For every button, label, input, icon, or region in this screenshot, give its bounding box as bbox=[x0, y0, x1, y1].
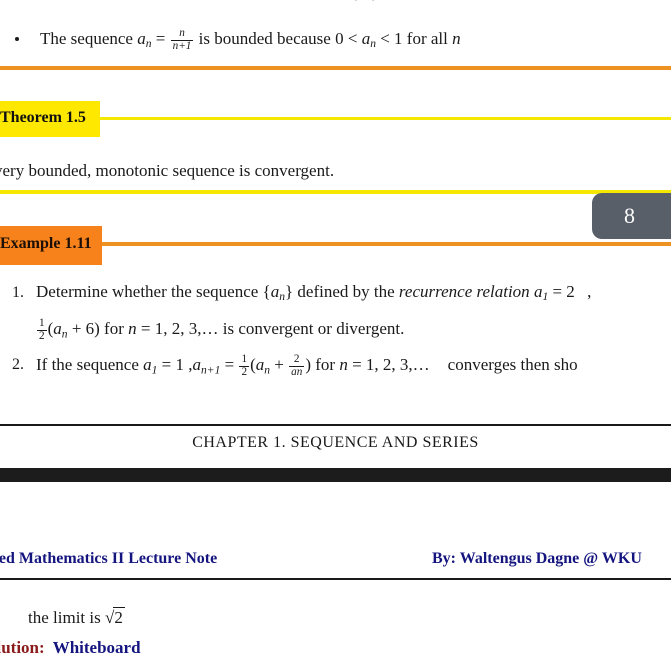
bullet-middle: is bounded because bbox=[194, 29, 336, 48]
item1-var: a bbox=[270, 282, 280, 301]
item2-half-den: 2 bbox=[241, 365, 248, 378]
example-item-1-line-1: Determine whether the sequence {an} defi… bbox=[36, 282, 591, 303]
chapter-footer-text: CHAPTER 1. SEQUENCE AND SERIES bbox=[192, 434, 479, 451]
clipped-fragment-left: 1 bbox=[88, 0, 96, 3]
bullet-inequality-left: 0 < bbox=[335, 29, 362, 48]
item2-tail-clipped: converges then sho bbox=[447, 355, 578, 375]
bullet-tail-variable: n bbox=[452, 29, 461, 48]
item2-frac2-den: an bbox=[291, 365, 303, 378]
bullet-fraction: n n+1 bbox=[170, 27, 194, 53]
theorem-top-rule bbox=[0, 117, 671, 120]
bullet-point-icon bbox=[15, 37, 19, 41]
clipped-fragment-mid: n bbox=[155, 0, 163, 3]
example-badge-label: Example 1.11 bbox=[0, 235, 92, 252]
solution-line: olution: Whiteboard bbox=[0, 638, 141, 654]
page-bottom-edge bbox=[0, 468, 671, 482]
item1-text-b: } defined by the bbox=[285, 282, 399, 301]
example-item-1-marker: 1. bbox=[12, 284, 24, 301]
bullet-inequality-variable: a bbox=[361, 29, 371, 48]
item2-half-num: 1 bbox=[239, 353, 250, 367]
item1-text-a: Determine whether the sequence { bbox=[36, 282, 271, 301]
sqrt-value: 2 bbox=[113, 607, 125, 627]
theorem-bottom-rule bbox=[0, 190, 671, 194]
theorem-badge-label: Theorem 1.5 bbox=[0, 109, 86, 126]
footer-top-rule bbox=[0, 424, 671, 426]
item2-n: n bbox=[339, 355, 348, 375]
page-number-badge: 8 bbox=[592, 193, 671, 239]
item1-italic-phrase: recurrence relation bbox=[398, 282, 534, 301]
solution-value: Whiteboard bbox=[52, 638, 141, 654]
bullet-inequality-right: < 1 for all bbox=[375, 29, 453, 48]
item1-line2-var: a bbox=[53, 319, 62, 339]
bullet-list-item: The sequence an = n n+1 is bounded becaus… bbox=[0, 24, 671, 56]
page-number-value: 8 bbox=[624, 203, 635, 228]
limit-statement: the limit is √2 bbox=[28, 607, 125, 628]
item2-sub2: n+1 bbox=[201, 363, 221, 377]
bullet-lead: The sequence bbox=[40, 29, 138, 48]
header-right-author: By: Waltengus Dagne @ WKU bbox=[432, 550, 642, 567]
header-rule bbox=[0, 578, 671, 580]
example-item-1-line-2: 1 2 (an + 6) for n = 1, 2, 3,… is converge… bbox=[36, 317, 405, 343]
item1-line2-n: n bbox=[128, 319, 137, 339]
example-item-2-text: If the sequence a1 = 1 ,an+1 = 1 2 (an + 2… bbox=[36, 353, 578, 379]
page-gap bbox=[0, 482, 671, 540]
theorem-badge: Theorem 1.5 bbox=[0, 101, 100, 137]
fraction-denominator: n+1 bbox=[172, 39, 192, 52]
item1-comma: , bbox=[582, 282, 592, 301]
clipped-top-line: 1 n ( n ) bbox=[0, 0, 671, 4]
item1-half-den: 2 bbox=[39, 329, 45, 342]
header-left-title: lied Mathematics II Lecture Note bbox=[0, 550, 218, 567]
item2-eq2: = bbox=[220, 355, 239, 375]
item2-close-paren: ) for bbox=[305, 355, 340, 375]
example-badge: Example 1.11 bbox=[0, 226, 102, 265]
item1-line2-b: + 6) for bbox=[67, 319, 129, 339]
theorem-statement: very bounded, monotonic sequence is conv… bbox=[0, 161, 335, 180]
item1-half-num: 1 bbox=[37, 317, 47, 331]
example-item-2-marker: 2. bbox=[12, 356, 24, 373]
bullet-variable: a bbox=[137, 29, 146, 48]
item2-var1: a bbox=[143, 355, 152, 375]
item2-var3: a bbox=[255, 355, 265, 375]
bullet-item-text: The sequence an = n n+1 is bounded becaus… bbox=[40, 24, 461, 59]
solution-label: olution: bbox=[0, 638, 45, 654]
document-page-view: 1 n ( n ) The sequence an = nn+1 is boun… bbox=[0, 0, 671, 654]
item1-half-fraction: 12 bbox=[37, 317, 47, 343]
orange-divider-top bbox=[0, 66, 671, 70]
item2-eq1: = 1 , bbox=[157, 355, 193, 375]
bullet-equals: = bbox=[151, 29, 170, 48]
item1-line2-c: = 1, 2, 3,… is convergent or divergent. bbox=[136, 319, 405, 339]
item2-text-a: If the sequence bbox=[36, 355, 144, 375]
item2-second-fraction: 2 an bbox=[289, 353, 305, 379]
item2-range: = 1, 2, 3,… bbox=[347, 355, 430, 375]
item2-plus: + bbox=[270, 355, 289, 375]
clipped-fragment-right: ( n ) bbox=[352, 0, 377, 3]
item2-frac2-num: 2 bbox=[289, 353, 305, 367]
limit-text: the limit is bbox=[28, 608, 105, 627]
item2-half-fraction: 12 bbox=[239, 353, 250, 379]
fraction-numerator: n bbox=[170, 27, 194, 41]
item1-a1-eq: = 2 bbox=[548, 282, 575, 301]
item2-var2: a bbox=[192, 355, 202, 375]
